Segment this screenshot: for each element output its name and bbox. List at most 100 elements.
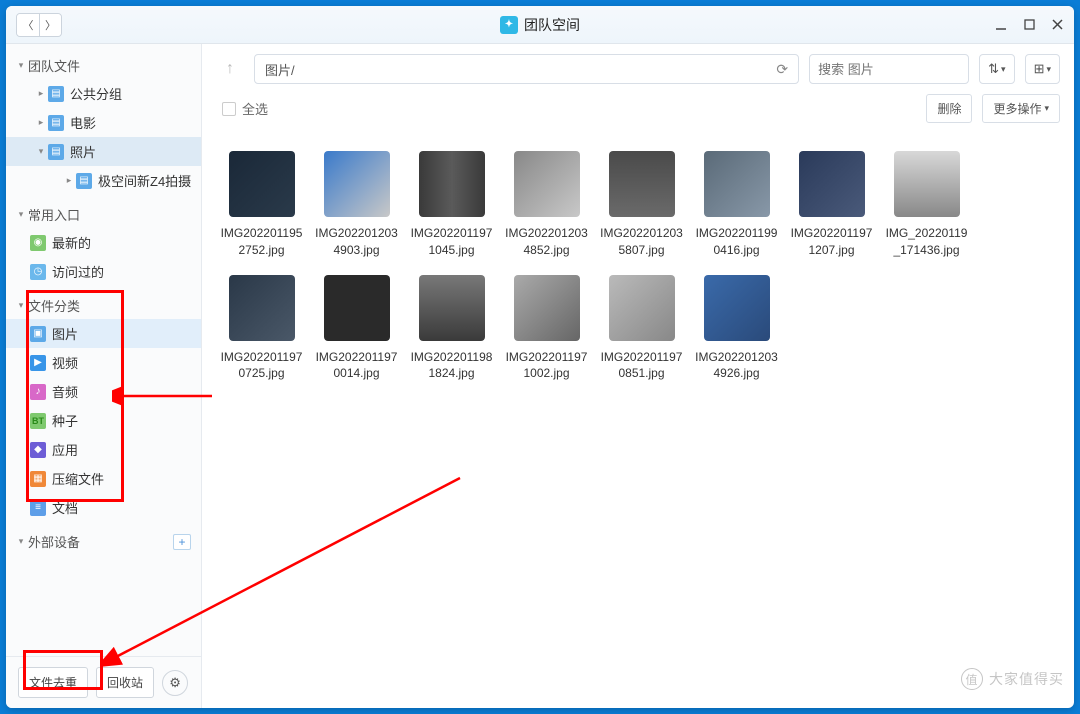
file-item[interactable]: IMG2022011970851.jpg bbox=[596, 271, 687, 387]
tree-item-label: 访问过的 bbox=[52, 262, 104, 281]
file-item[interactable]: IMG2022011952752.jpg bbox=[216, 147, 307, 263]
maximize-button[interactable] bbox=[1022, 18, 1036, 32]
file-item[interactable]: IMG2022012034926.jpg bbox=[691, 271, 782, 387]
tree-item-archives[interactable]: ▦ 压缩文件 bbox=[6, 464, 201, 493]
tree-header-label: 团队文件 bbox=[28, 56, 80, 75]
tree-item-docs[interactable]: ≡ 文档 bbox=[6, 493, 201, 522]
file-thumbnail bbox=[324, 275, 390, 341]
recycle-button[interactable]: 回收站 bbox=[96, 667, 154, 698]
nav-forward-button[interactable]: 〉 bbox=[39, 14, 61, 36]
file-item[interactable]: IMG2022011970725.jpg bbox=[216, 271, 307, 387]
search-box: 🔍 bbox=[809, 54, 969, 84]
add-device-button[interactable]: + bbox=[173, 534, 191, 550]
toolbar: ↑ 图片/ ⟳ 🔍 ⇅▾ ⊞▾ bbox=[202, 44, 1074, 94]
tree-item-label: 文档 bbox=[52, 498, 78, 517]
file-item[interactable]: IMG2022011971207.jpg bbox=[786, 147, 877, 263]
search-input[interactable] bbox=[818, 62, 994, 77]
file-thumbnail bbox=[609, 151, 675, 217]
settings-button[interactable]: ⚙ bbox=[162, 670, 188, 696]
app-window: 〈 〉 ✦ 团队空间 ▾ 团队文件 ▸ bbox=[6, 6, 1074, 708]
file-name: IMG2022011971207.jpg bbox=[790, 225, 873, 259]
file-item[interactable]: IMG2022012034852.jpg bbox=[501, 147, 592, 263]
file-item[interactable]: IMG2022011971002.jpg bbox=[501, 271, 592, 387]
tree-header-label: 常用入口 bbox=[28, 205, 80, 224]
torrent-icon: BT bbox=[30, 413, 46, 429]
tree-item-movies[interactable]: ▸ ▤ 电影 bbox=[6, 108, 201, 137]
subbar: 全选 删除 更多操作 ▾ bbox=[202, 94, 1074, 127]
chevron-down-icon: ▾ bbox=[1044, 103, 1049, 114]
tree-item-label: 视频 bbox=[52, 353, 78, 372]
close-button[interactable] bbox=[1050, 18, 1064, 32]
tree-item-torrent[interactable]: BT 种子 bbox=[6, 406, 201, 435]
file-name: IMG2022012034926.jpg bbox=[695, 349, 778, 383]
watermark-icon: 值 bbox=[961, 668, 983, 690]
tree-item-z4-shots[interactable]: ▸ ▤ 极空间新Z4拍摄 bbox=[6, 166, 201, 195]
file-item[interactable]: IMG2022012034903.jpg bbox=[311, 147, 402, 263]
path-box[interactable]: 图片/ ⟳ bbox=[254, 54, 799, 84]
tree-item-video[interactable]: ▶ 视频 bbox=[6, 348, 201, 377]
nav-back-button[interactable]: 〈 bbox=[17, 14, 39, 36]
file-name: IMG2022011970725.jpg bbox=[220, 349, 303, 383]
file-name: IMG2022011971002.jpg bbox=[505, 349, 588, 383]
file-item[interactable]: IMG2022011990416.jpg bbox=[691, 147, 782, 263]
main-panel: ↑ 图片/ ⟳ 🔍 ⇅▾ ⊞▾ 全选 bbox=[202, 44, 1074, 708]
caret-down-icon: ▾ bbox=[16, 536, 26, 547]
tree-item-label: 最新的 bbox=[52, 233, 91, 252]
tree-item-label: 电影 bbox=[70, 113, 96, 132]
watermark-text: 大家值得买 bbox=[989, 669, 1064, 689]
grid-icon: ⊞ bbox=[1034, 61, 1045, 77]
sort-button[interactable]: ⇅▾ bbox=[979, 54, 1014, 84]
file-thumbnail bbox=[704, 151, 770, 217]
select-all-checkbox[interactable] bbox=[222, 102, 236, 116]
delete-button[interactable]: 删除 bbox=[926, 94, 972, 123]
view-button[interactable]: ⊞▾ bbox=[1025, 54, 1060, 84]
file-thumbnail bbox=[419, 151, 485, 217]
file-thumbnail bbox=[514, 151, 580, 217]
file-name: IMG_20220119_171436.jpg bbox=[885, 225, 968, 259]
tree-item-label: 公共分组 bbox=[70, 84, 122, 103]
tree-item-apps[interactable]: ◆ 应用 bbox=[6, 435, 201, 464]
file-name: IMG2022011970014.jpg bbox=[315, 349, 398, 383]
tree-header-frequent[interactable]: ▾ 常用入口 bbox=[6, 201, 201, 228]
tree-item-photos[interactable]: ▾ ▤ 照片 bbox=[6, 137, 201, 166]
file-item[interactable]: IMG2022011970014.jpg bbox=[311, 271, 402, 387]
tree-item-label: 音频 bbox=[52, 382, 78, 401]
path-text: 图片/ bbox=[265, 60, 295, 79]
file-thumbnail bbox=[799, 151, 865, 217]
file-item[interactable]: IMG2022011971045.jpg bbox=[406, 147, 497, 263]
more-actions-button[interactable]: 更多操作 ▾ bbox=[982, 94, 1060, 123]
caret-down-icon: ▾ bbox=[16, 209, 26, 220]
refresh-icon[interactable]: ⟳ bbox=[776, 61, 788, 78]
up-button[interactable]: ↑ bbox=[216, 55, 244, 83]
photo-icon: ◉ bbox=[30, 235, 46, 251]
tree-header-external[interactable]: ▾ 外部设备 + bbox=[6, 528, 201, 555]
tree-header-team-files[interactable]: ▾ 团队文件 bbox=[6, 52, 201, 79]
document-icon: ≡ bbox=[30, 500, 46, 516]
gear-icon: ⚙ bbox=[169, 675, 181, 691]
tree-header-categories[interactable]: ▾ 文件分类 bbox=[6, 292, 201, 319]
tree-item-label: 压缩文件 bbox=[52, 469, 104, 488]
caret-right-icon: ▸ bbox=[36, 88, 46, 99]
archive-icon: ▦ bbox=[30, 471, 46, 487]
tree: ▾ 团队文件 ▸ ▤ 公共分组 ▸ ▤ 电影 ▾ ▤ bbox=[6, 44, 201, 656]
tree-header-label: 外部设备 bbox=[28, 532, 80, 551]
tree-item-images[interactable]: ▣ 图片 bbox=[6, 319, 201, 348]
file-grid: IMG2022011952752.jpgIMG2022012034903.jpg… bbox=[202, 127, 1074, 708]
tree-item-public-group[interactable]: ▸ ▤ 公共分组 bbox=[6, 79, 201, 108]
tree-item-visited[interactable]: ◷ 访问过的 bbox=[6, 257, 201, 286]
titlebar: 〈 〉 ✦ 团队空间 bbox=[6, 6, 1074, 44]
file-item[interactable]: IMG2022011981824.jpg bbox=[406, 271, 497, 387]
caret-down-icon: ▾ bbox=[36, 146, 46, 157]
file-name: IMG2022011952752.jpg bbox=[220, 225, 303, 259]
file-name: IMG2022012034852.jpg bbox=[505, 225, 588, 259]
file-item[interactable]: IMG_20220119_171436.jpg bbox=[881, 147, 972, 263]
tree-item-newest[interactable]: ◉ 最新的 bbox=[6, 228, 201, 257]
file-item[interactable]: IMG2022012035807.jpg bbox=[596, 147, 687, 263]
dedup-button[interactable]: 文件去重 bbox=[18, 667, 88, 698]
nav-group: 〈 〉 bbox=[16, 13, 62, 37]
tree-item-audio[interactable]: ♪ 音频 bbox=[6, 377, 201, 406]
minimize-button[interactable] bbox=[994, 18, 1008, 32]
select-all-label[interactable]: 全选 bbox=[242, 99, 268, 118]
folder-icon: ▤ bbox=[48, 144, 64, 160]
file-thumbnail bbox=[324, 151, 390, 217]
